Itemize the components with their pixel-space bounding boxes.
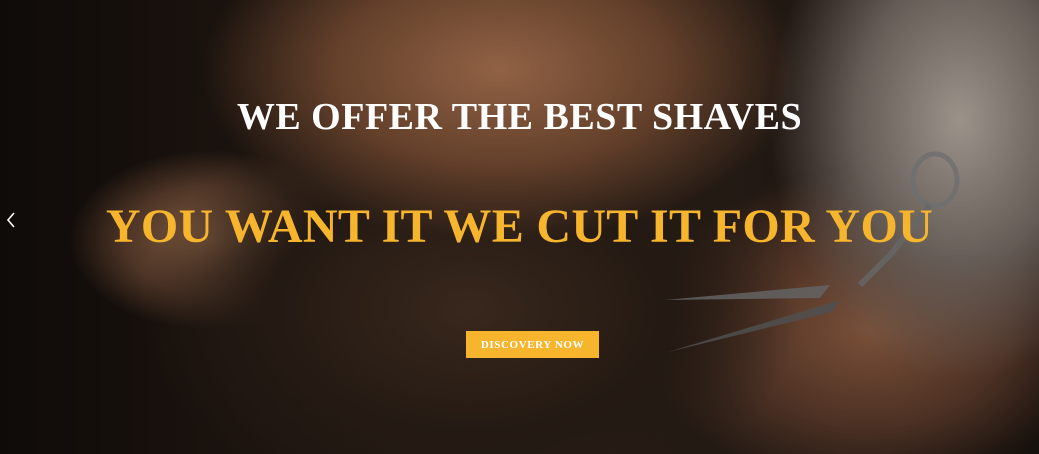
discovery-now-button[interactable]: DISCOVERY NOW xyxy=(466,331,599,358)
hero-subtitle: WE OFFER THE BEST SHAVES xyxy=(236,96,803,138)
hero-headline: YOU WANT IT WE CUT IT FOR YOU xyxy=(105,200,934,253)
hero-slider: WE OFFER THE BEST SHAVES YOU WANT IT WE … xyxy=(0,0,1039,454)
